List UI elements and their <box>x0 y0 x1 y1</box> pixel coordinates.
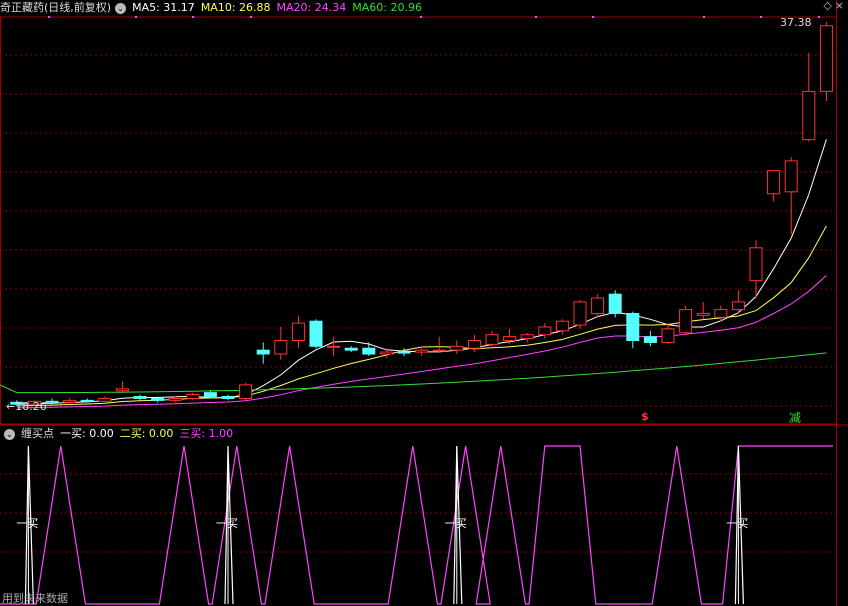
candle-up <box>714 309 728 318</box>
candle-down <box>80 399 94 402</box>
candle-up <box>327 345 341 348</box>
top-marker-dot <box>592 16 594 18</box>
top-marker-dot <box>420 16 422 18</box>
buy1-label: 一买 <box>444 517 467 530</box>
top-marker-dot <box>192 16 194 18</box>
chevron-down-icon[interactable]: ⌄ <box>4 428 15 440</box>
ma5-value: MA5: 31.17 <box>132 1 195 14</box>
candle-up <box>696 312 710 316</box>
candle-up <box>573 301 587 326</box>
candle-up <box>115 388 129 392</box>
buy3-line <box>0 445 833 605</box>
candle-up <box>415 349 429 353</box>
main-chart-header: 奇正藏药(日线,前复权) ⌄ MA5: 31.17 MA10: 26.88 MA20: … <box>0 0 428 16</box>
indicator-name: 缠买点 <box>21 427 54 440</box>
candle-down <box>309 320 323 347</box>
indicator-header: ⌄ 缠买点 一买: 0.00 二买: 0.00 三买: 1.00 <box>0 426 239 442</box>
candle-down <box>397 351 411 354</box>
chart-stage: 奇正藏药(日线,前复权) ⌄ MA5: 31.17 MA10: 26.88 MA20: … <box>0 0 848 606</box>
top-marker-dot <box>818 16 820 18</box>
candle-up <box>591 297 605 314</box>
candle-up <box>168 397 182 401</box>
candle-down <box>608 293 622 314</box>
ma10-value: MA10: 26.88 <box>200 1 271 14</box>
candle-up <box>767 170 781 195</box>
candle-down <box>344 347 358 351</box>
candle-up <box>731 301 745 311</box>
candle-up <box>802 90 816 141</box>
candle-up <box>63 399 77 403</box>
price-high-label: 37.38 <box>780 16 812 29</box>
footer-note: 用到未来数据 <box>2 592 68 605</box>
close-icon[interactable]: × <box>835 0 844 12</box>
buy1-label: 一买 <box>216 517 238 530</box>
candle-up <box>450 345 464 351</box>
candle-up <box>432 349 446 352</box>
top-marker-dot <box>760 16 762 18</box>
candle-up <box>784 160 798 193</box>
top-marker-dot <box>48 16 50 18</box>
stock-title: 奇正藏药(日线,前复权) <box>0 1 112 14</box>
candle-down <box>626 312 640 342</box>
candle-up <box>503 336 517 342</box>
candle-down <box>45 400 59 403</box>
candle-up <box>186 394 200 399</box>
candle-up <box>467 340 481 349</box>
diamond-icon[interactable]: ◇ <box>823 0 831 12</box>
buy1-value: 一买: 0.00 <box>60 427 114 440</box>
sell-marker: $ <box>641 410 649 423</box>
candle-up <box>538 326 552 336</box>
candle-up <box>819 25 833 92</box>
candle-up <box>661 328 675 343</box>
top-marker-dot <box>135 16 137 18</box>
buy1-label: 一买 <box>726 517 749 530</box>
candle-up <box>379 351 393 355</box>
candle-down <box>256 349 270 355</box>
candle-up <box>520 334 534 340</box>
reduce-marker: 减 <box>789 411 802 425</box>
candle-up <box>555 320 569 332</box>
candle-down <box>203 392 217 398</box>
chart-canvas <box>0 0 848 606</box>
top-marker-dot <box>703 16 705 18</box>
candle-down <box>362 347 376 355</box>
candle-up <box>291 322 305 341</box>
buy2-value: 二买: 0.00 <box>119 427 174 440</box>
chevron-down-icon[interactable]: ⌄ <box>115 2 127 14</box>
buy3-value: 三买: 1.00 <box>179 427 234 440</box>
candle-down <box>151 397 165 401</box>
candle-up <box>679 309 693 334</box>
ma10-line <box>16 225 827 407</box>
main-chart-frame <box>0 16 837 425</box>
settings-icons: ◇ × <box>823 0 844 12</box>
candle-up <box>485 334 499 345</box>
ma20-line <box>16 275 827 409</box>
candle-up <box>274 340 288 355</box>
candle-down <box>133 396 147 399</box>
ma20-value: MA20: 24.34 <box>276 1 347 14</box>
candle-up <box>239 384 253 399</box>
top-marker-dot <box>250 16 252 18</box>
candle-down <box>221 396 235 399</box>
candle-up <box>749 247 763 282</box>
candle-down <box>643 336 657 343</box>
buy1-label: 一买 <box>16 517 39 530</box>
top-marker-dot <box>535 16 537 18</box>
price-low-label: ←18.26 <box>6 400 47 413</box>
ma60-value: MA60: 20.96 <box>352 1 422 14</box>
candle-up <box>98 397 112 402</box>
